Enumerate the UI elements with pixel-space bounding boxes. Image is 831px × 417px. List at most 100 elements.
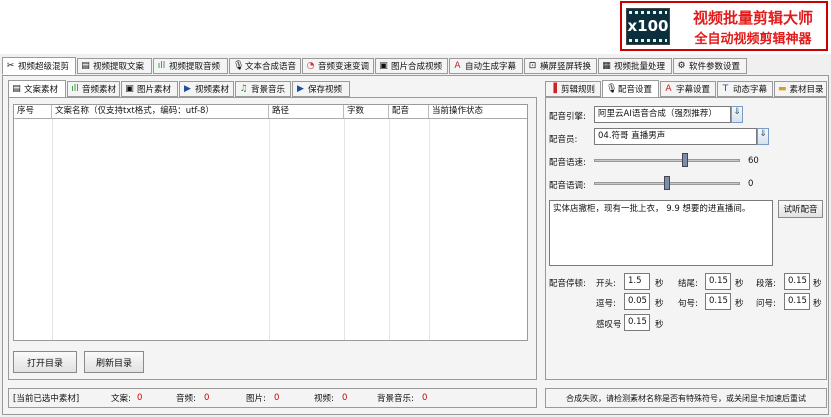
unit-seconds: 秒 xyxy=(813,279,822,289)
pause-question-input[interactable]: 0.15 xyxy=(784,293,810,310)
pause-question-label: 问号: xyxy=(756,299,776,309)
refresh-directory-button[interactable]: 刷新目录 xyxy=(84,351,144,373)
col-path: 路径 xyxy=(269,105,344,118)
image-count-label: 图片: xyxy=(246,394,266,404)
pause-comma-input[interactable]: 0.05 xyxy=(624,293,650,310)
tab-edit-rules[interactable]: ▐ 剪辑规则 xyxy=(545,81,601,97)
film-icon: ▦ xyxy=(602,60,611,71)
table-header: 序号 文案名称（仅支持txt格式，编码：utf-8） 路径 字数 配音 当前操作… xyxy=(14,105,527,119)
image-count: 0 xyxy=(274,393,280,403)
right-status-message: 合成失败，请检测素材名称是否有特殊符号，或关闭显卡加速后重试 xyxy=(545,388,827,408)
pitch-label: 配音语调: xyxy=(549,181,586,191)
pause-comma-label: 逗号: xyxy=(596,299,616,309)
tab-extract-audio[interactable]: ıll 视频提取音频 xyxy=(153,58,228,74)
col-voice: 配音 xyxy=(389,105,429,118)
audio-count-label: 音频: xyxy=(176,394,196,404)
document-icon: ▤ xyxy=(12,83,21,94)
music-count: 0 xyxy=(422,393,428,403)
rule-icon: ▐ xyxy=(550,83,557,94)
pitch-value: 0 xyxy=(748,179,754,189)
brand-logo-text: x100 xyxy=(627,17,669,35)
voice-settings-panel: 配音引擎: 阿里云AI语音合成（强烈推荐） ⇓ 配音员: 04.符哥 直播男声 … xyxy=(545,97,827,380)
col-divider xyxy=(344,119,345,340)
tab-copy-material[interactable]: ▤ 文案素材 xyxy=(8,80,66,98)
col-copy-name: 文案名称（仅支持txt格式，编码：utf-8） xyxy=(52,105,269,118)
tab-auto-subtitle[interactable]: A 自动生成字幕 xyxy=(449,58,523,74)
col-divider xyxy=(269,119,270,340)
pause-end-input[interactable]: 0.15 xyxy=(705,273,731,290)
image-icon: ▣ xyxy=(379,60,388,71)
tab-dynamic-subtitle[interactable]: T 动态字幕 xyxy=(717,81,773,97)
open-directory-button[interactable]: 打开目录 xyxy=(13,351,77,373)
microphone-icon: 🎙 xyxy=(606,83,618,94)
col-divider xyxy=(52,119,53,340)
rotate-screen-icon: ⊡ xyxy=(528,60,537,71)
pause-start-input[interactable]: 1.5 xyxy=(624,273,650,290)
tab-material-directory[interactable]: ▬ 素材目录 xyxy=(774,81,827,97)
folder-icon: ▬ xyxy=(778,83,787,94)
tab-settings[interactable]: ⚙ 软件参数设置 xyxy=(673,58,747,74)
text-a-icon: A xyxy=(665,83,672,94)
tab-video-mix[interactable]: ✂ 视频超级混剪 xyxy=(2,57,76,75)
speed-slider-track[interactable] xyxy=(594,159,740,162)
copy-count: 0 xyxy=(137,393,143,403)
music-note-icon: ♫ xyxy=(239,83,248,94)
left-status-bar: [当前已选中素材] 文案: 0 音频: 0 图片: 0 视频: 0 背景音乐: … xyxy=(8,388,537,408)
tab-extract-copy[interactable]: ▤ 视频提取文案 xyxy=(77,58,152,74)
tab-audio-material[interactable]: ıll 音频素材 xyxy=(67,81,120,97)
tab-video-material[interactable]: ▶ 视频素材 xyxy=(179,81,234,97)
unit-seconds: 秒 xyxy=(735,279,744,289)
chevron-down-icon[interactable]: ⇓ xyxy=(757,128,769,145)
pitch-slider-thumb[interactable] xyxy=(664,176,670,190)
audio-wave-icon: ıll xyxy=(157,60,166,71)
left-panel: 序号 文案名称（仅支持txt格式，编码：utf-8） 路径 字数 配音 当前操作… xyxy=(8,97,537,380)
selected-material-label: [当前已选中素材] xyxy=(13,394,80,404)
tab-voice-settings[interactable]: 🎙 配音设置 xyxy=(602,80,659,98)
tab-save-video[interactable]: ▶ 保存视频 xyxy=(292,81,350,97)
play-icon: ▶ xyxy=(184,83,191,94)
tab-batch-process[interactable]: ▦ 视频批量处理 xyxy=(598,58,672,74)
pause-start-label: 开头: xyxy=(596,279,616,289)
gauge-icon: ◔ xyxy=(306,60,315,71)
speed-label: 配音语速: xyxy=(549,158,586,168)
gear-icon: ⚙ xyxy=(677,60,686,71)
pause-exclaim-input[interactable]: 0.15 xyxy=(624,314,650,331)
brand-subtitle: 全自动视频剪辑神器 xyxy=(694,32,812,47)
col-divider xyxy=(389,119,390,340)
sample-text-area[interactable]: 实体店撤柜，现有一批上衣， 9.9 想要的进直播间。 xyxy=(549,200,773,266)
pause-period-input[interactable]: 0.15 xyxy=(705,293,731,310)
speed-slider-thumb[interactable] xyxy=(681,153,688,167)
pause-end-label: 结尾: xyxy=(678,279,698,289)
video-count-label: 视频: xyxy=(314,394,334,404)
chevron-down-icon[interactable]: ⇓ xyxy=(731,106,743,123)
tab-orientation-convert[interactable]: ⊡ 横屏竖屏转换 xyxy=(524,58,597,74)
speaker-label: 配音员: xyxy=(549,135,578,145)
brand-banner: x100 视频批量剪辑大师 全自动视频剪辑神器 xyxy=(620,1,828,51)
unit-seconds: 秒 xyxy=(655,279,664,289)
pause-label: 配音停顿: xyxy=(549,279,586,289)
tab-image-to-video[interactable]: ▣ 图片合成视频 xyxy=(375,58,448,74)
text-a-icon: A xyxy=(454,60,461,71)
tab-image-material[interactable]: ▣ 图片素材 xyxy=(121,81,178,97)
tab-audio-speed[interactable]: ◔ 音频变速变调 xyxy=(302,58,374,74)
col-index: 序号 xyxy=(14,105,52,118)
pause-paragraph-input[interactable]: 0.15 xyxy=(784,273,810,290)
material-table[interactable]: 序号 文案名称（仅支持txt格式，编码：utf-8） 路径 字数 配音 当前操作… xyxy=(13,104,528,341)
pause-paragraph-label: 段落: xyxy=(756,279,776,289)
tab-subtitle-settings[interactable]: A 字幕设置 xyxy=(660,81,716,97)
microphone-icon: 🎙 xyxy=(233,60,245,71)
music-count-label: 背景音乐: xyxy=(377,394,414,404)
engine-select[interactable]: 阿里云AI语音合成（强烈推荐） xyxy=(594,106,731,123)
tab-text-to-speech[interactable]: 🎙 文本合成语音 xyxy=(229,58,301,74)
preview-voice-button[interactable]: 试听配音 xyxy=(778,200,823,218)
copy-count-label: 文案: xyxy=(111,394,131,404)
col-word-count: 字数 xyxy=(344,105,389,118)
unit-seconds: 秒 xyxy=(735,299,744,309)
header-bar: x100 视频批量剪辑大师 全自动视频剪辑神器 xyxy=(0,0,831,54)
tab-background-music[interactable]: ♫ 背景音乐 xyxy=(235,81,291,97)
audio-wave-icon: ıll xyxy=(71,83,79,94)
video-count: 0 xyxy=(342,393,348,403)
save-video-icon: ▶ xyxy=(297,83,304,94)
col-divider xyxy=(429,119,430,340)
speaker-select[interactable]: 04.符哥 直播男声 xyxy=(594,128,757,145)
